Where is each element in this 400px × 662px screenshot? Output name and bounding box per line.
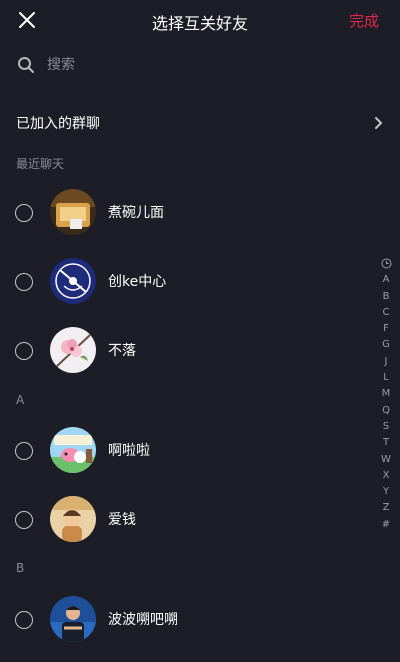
contact-name: 爱钱 [108,512,136,528]
section-header-recent: 最近聊天 [16,157,65,171]
alpha-index-letter[interactable]: W [376,452,396,468]
avatar [50,327,96,373]
alpha-index-letter[interactable]: T [376,435,396,451]
contact-row[interactable]: 啊啦啦 [0,427,370,477]
contact-name: 煮碗儿面 [108,205,164,221]
select-radio[interactable] [15,342,33,360]
alpha-index-letter[interactable]: B [376,289,396,305]
avatar [50,596,96,642]
section-header-a: A [16,393,25,407]
page-title: 选择互关好友 [151,14,248,33]
alpha-index-letter[interactable]: J [376,354,396,370]
contact-row[interactable]: 爱钱 [0,496,370,546]
chevron-right-icon [375,117,382,129]
contact-name: 啊啦啦 [108,443,150,459]
search-input[interactable] [45,56,349,74]
avatar [50,189,96,235]
alpha-index-letter[interactable]: G [376,337,396,353]
done-button[interactable]: 完成 [349,10,379,31]
alpha-index-letter[interactable]: A [376,272,396,288]
select-radio[interactable] [15,611,33,629]
avatar [50,427,96,473]
alpha-index-letter[interactable]: L [376,370,396,386]
alpha-index-letter[interactable]: Y [376,484,396,500]
alpha-index-letter[interactable]: X [376,468,396,484]
alpha-index-letter[interactable]: Q [376,403,396,419]
alpha-index-letter[interactable]: # [376,517,396,533]
contact-row[interactable]: 不落 [0,327,370,377]
alpha-index-letter[interactable]: Z [376,500,396,516]
header-bar: 选择互关好友 完成 [0,0,400,40]
joined-groups-row[interactable]: 已加入的群聊 [16,112,384,134]
contact-name: 波波嗍吧嗍 [108,612,178,628]
alpha-index-letter[interactable]: S [376,419,396,435]
select-radio[interactable] [15,511,33,529]
select-radio[interactable] [15,204,33,222]
avatar [50,496,96,542]
clock-icon[interactable] [376,256,396,272]
select-radio[interactable] [15,442,33,460]
alpha-index-letter[interactable]: C [376,305,396,321]
avatar [50,258,96,304]
contact-row[interactable]: 煮碗儿面 [0,189,370,239]
contact-name: 不落 [108,343,136,359]
contact-row[interactable]: 创ke中心 [0,258,370,308]
alpha-index-letter[interactable]: F [376,321,396,337]
contact-name: 创ke中心 [108,274,167,290]
search-bar[interactable] [17,54,377,76]
joined-groups-label: 已加入的群聊 [16,116,100,132]
contact-row[interactable]: 波波嗍吧嗍 [0,596,370,646]
select-radio[interactable] [15,273,33,291]
search-icon [18,57,34,73]
alpha-index[interactable]: A B C F G J L M Q S T W X Y Z # [376,256,396,533]
section-header-b: B [16,561,25,575]
alpha-index-letter[interactable]: M [376,386,396,402]
